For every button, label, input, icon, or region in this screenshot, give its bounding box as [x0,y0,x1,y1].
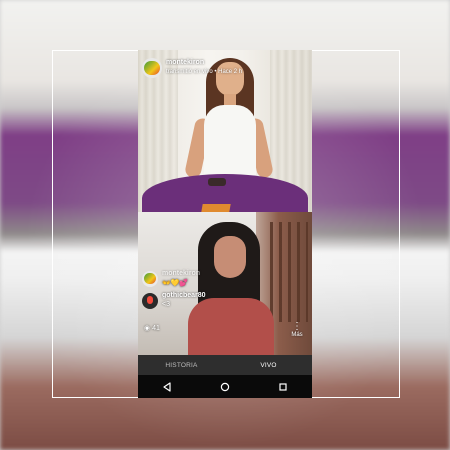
tabs-bar: HISTORIA VIVO [138,355,312,375]
username[interactable]: montekiron [166,59,204,66]
comment-row[interactable]: montekiron 👐💛💕 [142,270,262,292]
avatar[interactable] [142,271,158,287]
staircase-balusters [264,222,308,322]
top-video[interactable]: montekiron transmitió en vivo • Hace 2 h [138,50,312,212]
comment-text: 👐💛💕 [162,280,189,287]
tab-live[interactable]: VIVO [225,355,312,375]
avatar[interactable] [142,58,162,78]
recents-icon-svg [279,382,287,391]
back-icon[interactable] [160,380,174,394]
more-label: Más [291,332,303,338]
recents-icon[interactable] [276,380,290,394]
table-object [208,178,226,186]
more-dots-icon: ⋮ [292,321,302,332]
comment-user[interactable]: montekiron [162,270,200,277]
more-button[interactable]: ⋮ Más [288,321,306,339]
viewer-count[interactable]: ◉ 41 [144,324,160,332]
live-subtitle: transmitió en vivo • Hace 2 h [166,69,243,75]
orange-card [201,204,231,212]
comments-list: montekiron 👐💛💕 gothicbear80 <3 [142,270,262,314]
viewer-count-text: 41 [152,325,160,332]
tab-history[interactable]: HISTORIA [138,355,225,375]
live-header[interactable]: montekiron transmitió en vivo • Hace 2 h [142,56,307,82]
comment-text: <3 [162,301,170,308]
back-icon-svg [163,381,171,392]
comment-user[interactable]: gothicbear80 [162,292,206,299]
avatar-logo [144,61,160,75]
home-icon[interactable] [218,380,232,394]
phone-screen: montekiron transmitió en vivo • Hace 2 h… [138,50,312,398]
system-nav-bar [138,375,312,398]
avatar[interactable] [142,293,158,309]
eye-icon: ◉ [144,325,151,332]
home-icon-svg [220,382,230,391]
comment-row[interactable]: gothicbear80 <3 [142,292,262,314]
